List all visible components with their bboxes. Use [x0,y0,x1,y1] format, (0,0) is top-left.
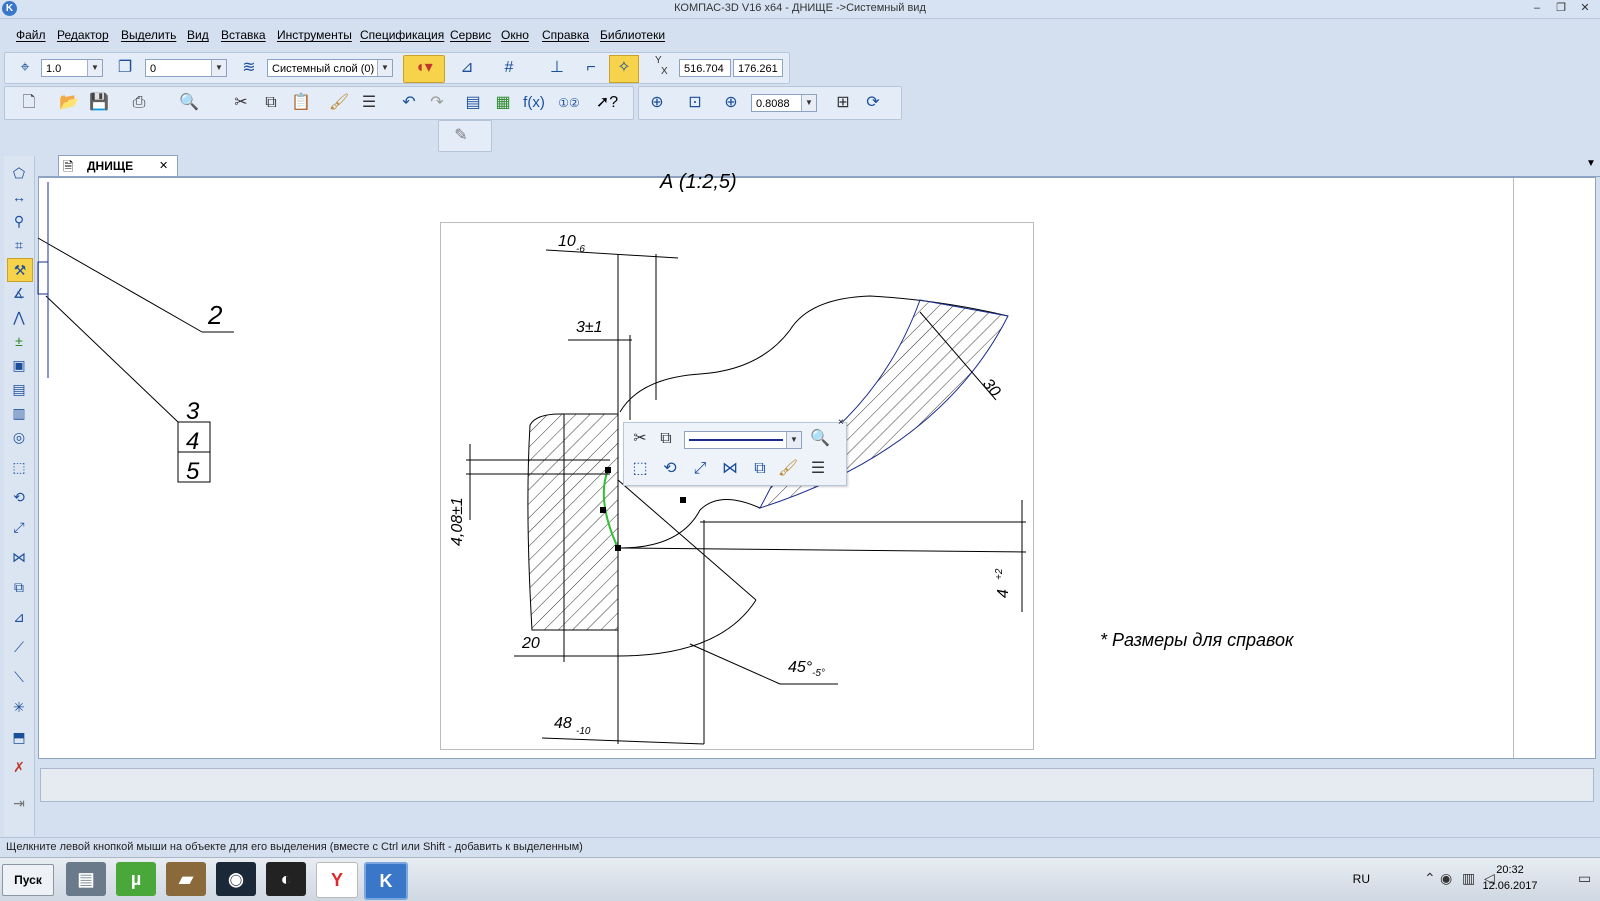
dim-3-label: 3±1 [576,319,603,336]
globe-app-icon[interactable]: ◐ [266,862,306,896]
properties-panel[interactable] [40,768,1594,802]
leader-label-2: 2 [207,300,223,330]
leader-label-5: 5 [186,458,200,485]
line-style-preview [689,439,783,441]
tray-expand-icon[interactable]: ⌃ [1424,870,1436,887]
copy-icon[interactable]: ⧉ [654,427,678,451]
show-desktop-icon[interactable]: ▭ [1578,870,1591,887]
utorrent-icon[interactable]: µ [116,862,156,896]
context-toolbar: ✂ ⧉ ▼ 🔍 × ⬚ ⟲ ⤢ ⋈ ⧉ 🖌 ☰ [623,417,847,486]
leader-label-3: 3 [186,398,200,425]
leader-lines [37,182,234,483]
clock-time[interactable]: 20:32 [1480,864,1540,876]
hatched-wall [527,413,619,662]
language-indicator[interactable]: RU [1353,872,1370,886]
copy-objects-icon[interactable]: ⧉ [748,457,772,481]
properties-icon[interactable]: ☰ [806,457,830,481]
dim-4-tolerance: +2 [994,568,1005,580]
partial-view-label: А (1:2,5) [659,171,737,193]
status-message: Щелкните левой кнопкой мыши на объекте д… [6,841,583,853]
dim-4-label: 4 [995,589,1012,598]
scale-icon[interactable]: ⤢ [688,457,712,481]
dim-10-label: 10 [558,233,576,250]
cut-icon[interactable]: ✂ [628,427,652,451]
close-icon[interactable]: × [838,417,844,428]
bottom-profile [619,499,1027,553]
status-bar: Щелкните левой кнопкой мыши на объекте д… [0,837,1600,858]
leader-label-4: 4 [186,428,199,455]
chevron-down-icon[interactable]: ▼ [786,432,801,448]
dim-408-label: 4,08±1 [449,497,466,546]
yandex-browser-icon[interactable]: Y [316,862,358,898]
dim-20-label: 20 [521,635,540,652]
format-painter-icon[interactable]: 🖌 [776,457,800,481]
reference-dimensions-note: * Размеры для справок [1100,630,1295,650]
dim-48-label: 48 [554,715,572,732]
steam-icon[interactable]: ◉ [216,862,256,896]
kompas-taskbar-icon[interactable]: K [364,862,408,900]
taskbar: Пуск ▤ µ ▰ ◉ ◐ Y K RU ⌃ ◉ ▥ ◁ 20:32 12.0… [0,857,1600,901]
game-tank-icon[interactable]: ▰ [166,862,206,896]
dim-45-tolerance: -5° [812,668,825,679]
dim-30-label: 30 [979,376,1004,401]
dim-45-label: 45° [788,659,813,676]
line-style-combo[interactable]: ▼ [684,431,802,449]
zoom-to-selection-icon[interactable]: 🔍 [808,427,832,451]
clock-date[interactable]: 12.06.2017 [1480,880,1540,892]
network-icon[interactable]: ▥ [1462,870,1475,887]
start-button[interactable]: Пуск [2,864,54,896]
symmetry-icon[interactable]: ⋈ [718,457,742,481]
dim-48-tolerance: -10 [576,726,591,737]
steam-tray-icon[interactable]: ◉ [1440,870,1452,887]
printer-app-icon[interactable]: ▤ [66,862,106,896]
rotate-icon[interactable]: ⟲ [658,457,682,481]
dim-10-tolerance: -6 [576,244,585,255]
move-icon[interactable]: ⬚ [628,457,652,481]
